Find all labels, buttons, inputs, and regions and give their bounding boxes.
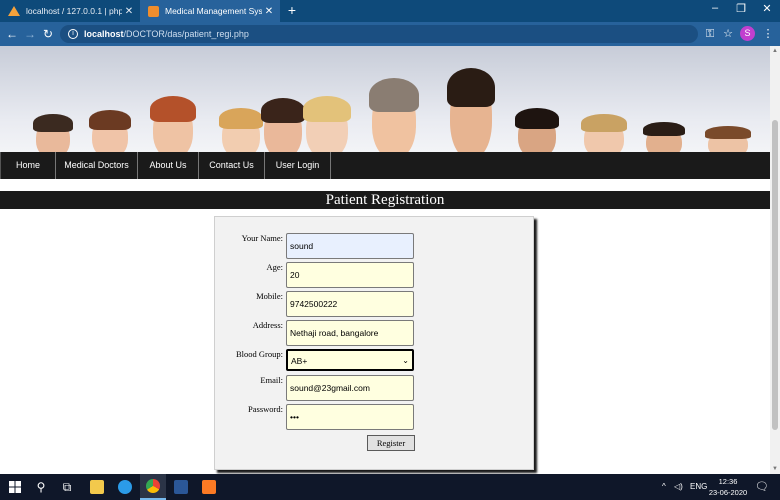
close-window-icon[interactable]: ✕ bbox=[754, 2, 780, 15]
password-label: Password: bbox=[248, 404, 283, 414]
clock-date: 23-06-2020 bbox=[708, 488, 748, 497]
windows-taskbar: ⚲ ⧉ ^ ◁) ENG 12:36 23-06-2020 🗨 bbox=[0, 474, 780, 500]
face-illustration bbox=[303, 96, 351, 152]
word-icon[interactable] bbox=[168, 474, 194, 500]
address-label: Address: bbox=[252, 320, 283, 330]
name-label: Your Name: bbox=[241, 233, 283, 243]
nav-contact-us[interactable]: Contact Us bbox=[199, 152, 265, 179]
tab-title: Medical Management System bbox=[165, 6, 262, 16]
reload-icon[interactable]: ↻ bbox=[40, 27, 56, 41]
age-input[interactable]: 20 bbox=[286, 262, 414, 288]
email-label: Email: bbox=[260, 375, 283, 385]
menu-kebab-icon[interactable]: ⋮ bbox=[760, 27, 776, 41]
face-illustration bbox=[581, 114, 627, 152]
language-indicator[interactable]: ENG bbox=[690, 474, 707, 500]
face-illustration bbox=[219, 108, 263, 152]
email-input[interactable]: sound@23gmail.com bbox=[286, 375, 414, 401]
key-icon[interactable]: ⚿ bbox=[702, 27, 718, 41]
password-input[interactable]: ••• bbox=[286, 404, 414, 430]
star-icon[interactable]: ☆ bbox=[720, 27, 736, 41]
mobile-input[interactable]: 9742500222 bbox=[286, 291, 414, 317]
face-illustration bbox=[447, 68, 495, 152]
scroll-down-icon[interactable]: ▼ bbox=[770, 466, 780, 472]
forward-arrow-icon[interactable]: → bbox=[22, 27, 38, 41]
search-icon[interactable]: ⚲ bbox=[28, 474, 54, 500]
edge-icon[interactable] bbox=[112, 474, 138, 500]
chrome-icon[interactable] bbox=[140, 474, 166, 500]
system-clock[interactable]: 12:36 23-06-2020 bbox=[706, 476, 750, 498]
restore-icon[interactable]: ❐ bbox=[728, 2, 754, 15]
page-title: Patient Registration bbox=[0, 191, 770, 209]
tab-medical-management[interactable]: Medical Management System ✕ bbox=[140, 0, 280, 22]
tray-chevron-up-icon[interactable]: ^ bbox=[662, 474, 666, 500]
info-icon[interactable]: i bbox=[68, 29, 78, 39]
scrollbar-thumb[interactable] bbox=[772, 120, 778, 430]
age-label: Age: bbox=[266, 262, 283, 272]
tab-phpmyadmin[interactable]: localhost / 127.0.0.1 | phpMyAdm ✕ bbox=[0, 0, 140, 22]
face-illustration bbox=[150, 96, 196, 152]
close-icon[interactable]: ✕ bbox=[262, 6, 276, 17]
name-input[interactable]: sound bbox=[286, 233, 414, 259]
face-illustration bbox=[369, 78, 419, 152]
back-arrow-icon[interactable]: ← bbox=[4, 27, 20, 41]
face-illustration bbox=[33, 114, 73, 152]
close-icon[interactable]: ✕ bbox=[122, 6, 136, 17]
browser-toolbar: ← → ↻ i localhost/DOCTOR/das/patient_reg… bbox=[0, 22, 780, 46]
volume-icon[interactable]: ◁) bbox=[674, 474, 683, 500]
task-view-icon[interactable]: ⧉ bbox=[54, 474, 80, 500]
url-host: localhost bbox=[84, 29, 124, 39]
nav-home[interactable]: Home bbox=[1, 152, 56, 179]
blood-group-label: Blood Group: bbox=[236, 349, 283, 359]
face-illustration bbox=[515, 108, 559, 152]
clock-time: 12:36 bbox=[718, 477, 738, 486]
xampp-icon[interactable] bbox=[196, 474, 222, 500]
new-tab-button[interactable]: + bbox=[284, 2, 300, 18]
main-navbar: Home Medical Doctors About Us Contact Us… bbox=[0, 152, 770, 179]
minimize-icon[interactable]: – bbox=[702, 2, 728, 14]
nav-user-login[interactable]: User Login bbox=[265, 152, 331, 179]
address-bar[interactable]: i localhost/DOCTOR/das/patient_regi.php bbox=[60, 25, 698, 43]
nav-menu: Home Medical Doctors About Us Contact Us… bbox=[0, 152, 331, 179]
tab-title: localhost / 127.0.0.1 | phpMyAdm bbox=[26, 6, 122, 16]
header-banner-image bbox=[0, 46, 770, 152]
address-input[interactable]: Nethaji road, bangalore bbox=[286, 320, 414, 346]
registration-form: Your Name: sound Age: 20 Mobile: 9742500… bbox=[214, 216, 534, 470]
chevron-down-icon: ⌄ bbox=[402, 356, 409, 365]
blood-group-select[interactable]: AB+ ⌄ bbox=[286, 349, 414, 371]
profile-avatar[interactable]: S bbox=[740, 26, 755, 41]
phpmyadmin-icon bbox=[8, 6, 20, 16]
register-button[interactable]: Register bbox=[367, 435, 415, 451]
browser-tab-strip: localhost / 127.0.0.1 | phpMyAdm ✕ Medic… bbox=[0, 0, 780, 22]
nav-medical-doctors[interactable]: Medical Doctors bbox=[56, 152, 138, 179]
face-illustration bbox=[89, 110, 131, 152]
notification-icon[interactable]: 🗨 bbox=[755, 474, 769, 500]
blood-group-value: AB+ bbox=[291, 356, 308, 366]
page-scrollbar[interactable]: ▲ ▼ bbox=[770, 46, 780, 474]
site-favicon-icon bbox=[148, 5, 159, 17]
face-illustration bbox=[705, 126, 751, 152]
url-path: /DOCTOR/das/patient_regi.php bbox=[123, 29, 249, 39]
nav-about-us[interactable]: About Us bbox=[138, 152, 199, 179]
mobile-label: Mobile: bbox=[256, 291, 283, 301]
file-explorer-icon[interactable] bbox=[84, 474, 110, 500]
page-viewport: Home Medical Doctors About Us Contact Us… bbox=[0, 46, 770, 474]
face-illustration bbox=[643, 122, 685, 152]
face-illustration bbox=[261, 98, 305, 152]
scroll-up-icon[interactable]: ▲ bbox=[770, 48, 780, 54]
windows-start-icon[interactable] bbox=[2, 474, 28, 500]
